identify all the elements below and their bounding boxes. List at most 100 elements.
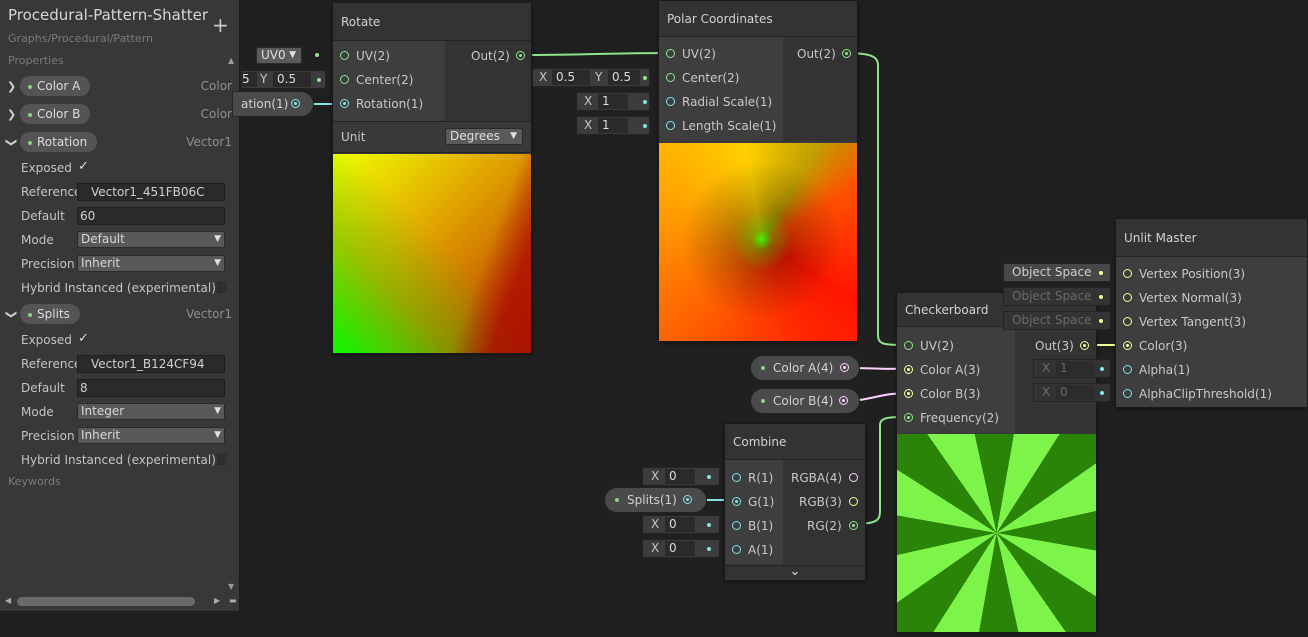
reference-field[interactable]: Vector1_B124CF94 <box>77 355 225 373</box>
b-x-value[interactable]: 0 <box>665 517 695 532</box>
vertex-position-port[interactable] <box>1123 269 1132 278</box>
length-scale-input-port[interactable] <box>666 121 675 130</box>
rotation-property-node[interactable]: ation(1) <box>232 91 314 117</box>
center-y-value[interactable]: 0.5 <box>608 70 640 85</box>
r-input-port[interactable] <box>732 473 741 482</box>
default-field[interactable]: 60 <box>77 207 225 225</box>
rotate-node[interactable]: Rotate UV(2) Center(2) Rotation(1) Out(2… <box>332 2 532 354</box>
r-x-value[interactable]: 0 <box>665 469 695 484</box>
a-input-port[interactable] <box>732 545 741 554</box>
node-title[interactable]: Polar Coordinates <box>659 1 857 37</box>
polar-center-input[interactable]: X 0.5 Y 0.5 <box>532 68 650 87</box>
splits-output-port[interactable] <box>683 495 692 504</box>
exposed-checkbox[interactable]: ✓ <box>78 159 89 174</box>
default-field[interactable]: 8 <box>77 379 225 397</box>
property-pill-rotation[interactable]: Rotation <box>20 132 98 152</box>
frequency-input-port[interactable] <box>904 413 913 422</box>
g-input-port[interactable] <box>732 497 741 506</box>
rotation-input-port[interactable] <box>340 99 349 108</box>
combine-r-input[interactable]: X 0 <box>642 467 720 486</box>
splits-property-node[interactable]: Splits(1) <box>604 487 707 513</box>
polar-coordinates-node[interactable]: Polar Coordinates UV(2) Center(2) Radial… <box>658 0 858 342</box>
vertex-tangent-port[interactable] <box>1123 317 1132 326</box>
chevron-down-icon[interactable]: ❯ <box>5 138 18 147</box>
rotate-center-input[interactable]: 5 Y 0.5 <box>240 70 326 89</box>
add-property-button[interactable]: + <box>212 15 229 35</box>
horizontal-scrollbar[interactable] <box>17 597 195 606</box>
graph-path[interactable]: Graphs/Procedural/Pattern <box>8 32 153 45</box>
checkerboard-node[interactable]: Checkerboard UV(2) Color A(3) Color B(3)… <box>896 292 1097 633</box>
scroll-up-arrow-icon[interactable]: ▲ <box>228 56 234 65</box>
color-b-property-node[interactable]: Color B(4) <box>750 388 860 414</box>
node-title[interactable]: Unlit Master <box>1116 219 1307 257</box>
uv-input-port[interactable] <box>340 51 349 60</box>
color-a-output-port[interactable] <box>840 363 849 372</box>
rg-output-port[interactable] <box>849 521 858 530</box>
rotation-property-output-port[interactable] <box>291 99 300 108</box>
center-y-value[interactable]: 0.5 <box>273 72 311 87</box>
mode-dropdown[interactable]: Integer ▼ <box>77 403 225 420</box>
exposed-checkbox[interactable]: ✓ <box>78 331 89 346</box>
property-row-splits[interactable]: ❯ Splits Vector1 <box>0 302 232 328</box>
b-input-port[interactable] <box>732 521 741 530</box>
scroll-down-arrow-icon[interactable]: ▼ <box>228 582 234 591</box>
resize-handle-icon[interactable]: ▬ <box>229 596 237 605</box>
uv-channel-dropdown[interactable]: UV0 ▼ <box>256 47 302 64</box>
hybrid-checkbox[interactable] <box>217 454 226 465</box>
reference-field[interactable]: Vector1_451FB06C <box>77 183 225 201</box>
chevron-right-icon[interactable]: ❯ <box>7 80 16 93</box>
length-x-value[interactable]: 1 <box>598 118 628 133</box>
mode-dropdown[interactable]: Default ▼ <box>77 231 225 248</box>
vertex-position-space[interactable]: Object Space <box>1003 263 1111 282</box>
alpha-input-port[interactable] <box>1123 365 1132 374</box>
vertex-tangent-space[interactable]: Object Space <box>1003 311 1111 330</box>
clip-x-value[interactable]: 0 <box>1056 385 1094 400</box>
length-scale-input[interactable]: X 1 <box>576 116 650 135</box>
combine-node[interactable]: Combine R(1) G(1) B(1) A(1) RGBA(4) RGB(… <box>724 423 866 581</box>
vertex-normal-port[interactable] <box>1123 293 1132 302</box>
scroll-right-arrow-icon[interactable]: ▶ <box>214 596 220 605</box>
expand-preview-button[interactable]: ⌄ <box>725 565 865 580</box>
radial-scale-input[interactable]: X 1 <box>576 92 650 111</box>
alpha-x-value[interactable]: 1 <box>1056 361 1094 376</box>
precision-dropdown[interactable]: Inherit ▼ <box>77 427 225 444</box>
property-row-color-b[interactable]: ❯ Color B Color <box>0 102 232 128</box>
precision-dropdown[interactable]: Inherit ▼ <box>77 255 225 272</box>
color-input-port[interactable] <box>1123 341 1132 350</box>
center-input-port[interactable] <box>340 75 349 84</box>
property-row-rotation[interactable]: ❯ Rotation Vector1 <box>0 130 232 156</box>
property-pill-color-a[interactable]: Color A <box>20 76 91 96</box>
node-title[interactable]: Combine <box>725 424 865 460</box>
color-b-input-port[interactable] <box>904 389 913 398</box>
rgba-output-port[interactable] <box>849 473 858 482</box>
chevron-right-icon[interactable]: ❯ <box>7 108 16 121</box>
alpha-input[interactable]: X 1 <box>1033 359 1111 378</box>
property-pill-splits[interactable]: Splits <box>20 304 80 324</box>
combine-b-input[interactable]: X 0 <box>642 515 720 534</box>
scroll-left-arrow-icon[interactable]: ◀ <box>5 596 11 605</box>
vertex-normal-space[interactable]: Object Space <box>1003 287 1111 306</box>
rgb-output-port[interactable] <box>849 497 858 506</box>
center-x-value[interactable]: 5 <box>241 72 257 87</box>
hybrid-checkbox[interactable] <box>217 282 226 293</box>
out-output-port[interactable] <box>1080 341 1089 350</box>
uv-input-port[interactable] <box>904 341 913 350</box>
node-title[interactable]: Rotate <box>333 3 531 41</box>
chevron-down-icon[interactable]: ❯ <box>5 310 18 319</box>
color-b-output-port[interactable] <box>839 396 848 405</box>
alpha-clip-input-port[interactable] <box>1123 389 1132 398</box>
unlit-master-node[interactable]: Unlit Master Vertex Position(3) Vertex N… <box>1115 218 1308 408</box>
property-row-color-a[interactable]: ❯ Color A Color <box>0 74 232 100</box>
color-a-input-port[interactable] <box>904 365 913 374</box>
radial-x-value[interactable]: 1 <box>598 94 628 109</box>
combine-a-input[interactable]: X 0 <box>642 539 720 558</box>
center-x-value[interactable]: 0.5 <box>552 70 590 85</box>
a-x-value[interactable]: 0 <box>665 541 695 556</box>
center-input-port[interactable] <box>666 73 675 82</box>
uv-input-port[interactable] <box>666 49 675 58</box>
alpha-clip-input[interactable]: X 0 <box>1033 383 1111 402</box>
unit-dropdown[interactable]: Degrees ▼ <box>445 128 523 145</box>
out-output-port[interactable] <box>516 51 525 60</box>
property-pill-color-b[interactable]: Color B <box>20 104 91 124</box>
radial-scale-input-port[interactable] <box>666 97 675 106</box>
